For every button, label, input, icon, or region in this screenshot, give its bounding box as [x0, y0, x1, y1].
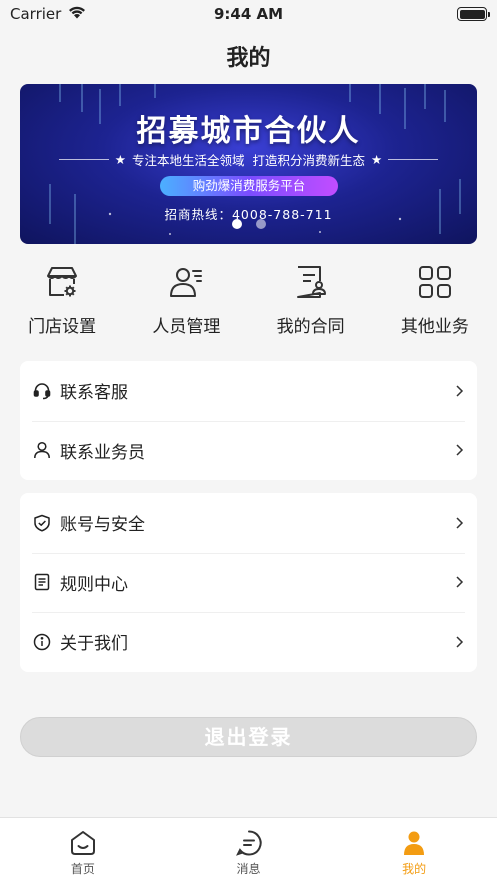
menu-item-customer-service[interactable]: 联系客服: [20, 361, 477, 421]
menu-item-account-security[interactable]: 账号与安全: [20, 493, 477, 553]
battery-icon: [457, 7, 490, 21]
banner-subtitle: 专注本地生活全领域 打造积分消费新生态: [132, 153, 365, 168]
quick-action-label: 我的合同: [276, 317, 345, 337]
quick-action-staff[interactable]: 人员管理: [124, 262, 248, 342]
carrier-label: Carrier: [10, 5, 62, 23]
menu-card-contact: 联系客服 联系业务员: [20, 361, 477, 480]
tab-label: 我的: [402, 862, 427, 876]
page-title: 我的: [226, 46, 271, 71]
tab-bar: 首页 消息 我的: [0, 817, 497, 883]
home-face-icon: [68, 828, 98, 858]
menu-item-about-us[interactable]: 关于我们: [20, 612, 477, 672]
status-bar: Carrier 9:44 AM: [0, 0, 497, 28]
tab-messages[interactable]: 消息: [166, 818, 332, 883]
person-icon: [32, 440, 52, 460]
banner-pagination: [20, 219, 477, 229]
store-settings-icon: [42, 262, 82, 302]
menu-item-label: 联系业务员: [60, 442, 145, 463]
chevron-right-icon: [456, 444, 464, 456]
menu-item-sales-rep[interactable]: 联系业务员: [20, 420, 477, 481]
tab-label: 消息: [236, 862, 261, 876]
message-icon: [234, 828, 264, 858]
banner-pill: 购劲爆消费服务平台: [160, 176, 338, 196]
chevron-right-icon: [456, 517, 464, 529]
tab-label: 首页: [70, 862, 95, 876]
menu-item-rules-center[interactable]: 规则中心: [20, 552, 477, 613]
logout-button[interactable]: 退出登录: [20, 717, 477, 757]
quick-action-store-settings[interactable]: 门店设置: [0, 262, 124, 342]
shield-check-icon: [32, 513, 52, 533]
profile-icon: [399, 828, 429, 858]
chevron-right-icon: [456, 636, 464, 648]
chevron-right-icon: [456, 385, 464, 397]
menu-item-label: 账号与安全: [60, 515, 145, 536]
menu-item-label: 关于我们: [60, 634, 128, 655]
status-left: Carrier: [10, 5, 87, 23]
quick-action-label: 其他业务: [400, 317, 469, 337]
tab-mine[interactable]: 我的: [331, 818, 497, 883]
star-icon: ★: [370, 152, 383, 167]
quick-action-label: 门店设置: [28, 317, 97, 337]
banner-title: 招募城市合伙人: [136, 114, 361, 149]
promo-banner[interactable]: 招募城市合伙人 ★ 专注本地生活全领域 打造积分消费新生态 ★ 购劲爆消费服务平…: [20, 84, 477, 244]
wifi-icon: [67, 5, 87, 23]
pagination-dot-active[interactable]: [231, 219, 242, 229]
tab-home[interactable]: 首页: [0, 818, 166, 883]
banner-subtitle-row: ★ 专注本地生活全领域 打造积分消费新生态 ★: [20, 150, 477, 169]
star-icon: ★: [114, 152, 127, 167]
info-icon: [32, 632, 52, 652]
quick-action-label: 人员管理: [152, 317, 221, 337]
grid-apps-icon: [415, 262, 455, 302]
pagination-dot[interactable]: [255, 219, 266, 229]
quick-action-contract[interactable]: 我的合同: [249, 262, 373, 342]
menu-item-label: 联系客服: [60, 383, 128, 404]
contract-icon: [291, 262, 331, 302]
user-list-icon: [166, 262, 206, 302]
headset-icon: [32, 381, 52, 401]
document-icon: [32, 572, 52, 592]
menu-item-label: 规则中心: [60, 574, 128, 595]
quick-actions: 门店设置 人员管理 我的合同 其他业务: [0, 262, 497, 342]
quick-action-other[interactable]: 其他业务: [373, 262, 497, 342]
menu-card-account: 账号与安全 规则中心 关于我们: [20, 493, 477, 672]
chevron-right-icon: [456, 576, 464, 588]
